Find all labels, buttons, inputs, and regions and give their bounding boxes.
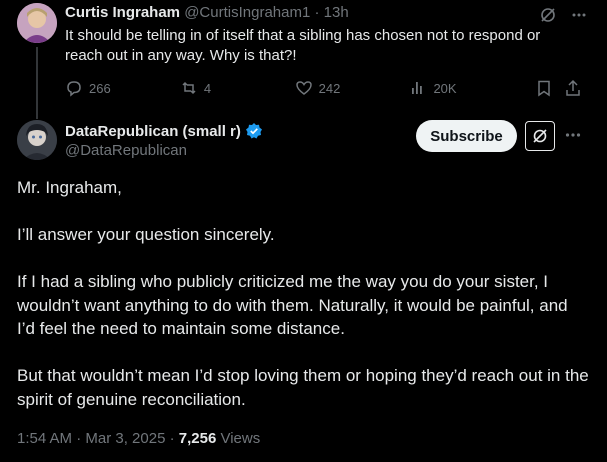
tweet-timestamp[interactable]: 1:54 AM · Mar 3, 2025 · xyxy=(17,430,179,447)
tweet-author-name[interactable]: DataRepublican (small r) xyxy=(65,123,241,140)
reply-count: 266 xyxy=(89,80,111,96)
avatar-curtis[interactable] xyxy=(17,3,57,43)
more-icon[interactable] xyxy=(564,126,582,144)
more-icon[interactable] xyxy=(571,7,587,23)
tweet-meta: 1:54 AM · Mar 3, 2025 · 7,256 Views xyxy=(17,430,260,447)
repost-button[interactable]: 4 xyxy=(180,79,295,97)
parent-time[interactable]: 13h xyxy=(324,4,349,21)
repost-icon xyxy=(180,79,198,97)
parent-text: It should be telling in of itself that a… xyxy=(65,27,541,64)
views-icon xyxy=(409,79,427,97)
tweet-author-row: DataRepublican (small r) xyxy=(65,122,263,140)
parent-author-handle[interactable]: @CurtisIngraham1 xyxy=(184,4,310,21)
views-count: 20K xyxy=(433,80,457,96)
tweet-views-label: Views xyxy=(216,430,261,447)
verified-badge-icon[interactable] xyxy=(245,122,263,140)
reply-button[interactable]: 266 xyxy=(65,79,180,97)
parent-separator: · xyxy=(314,4,320,21)
tweet-paragraph: If I had a sibling who publicly criticiz… xyxy=(17,272,568,338)
parent-top-icons xyxy=(539,6,587,24)
grok-icon xyxy=(531,127,549,145)
tweet-body: Mr. Ingraham, I’ll answer your question … xyxy=(17,176,589,411)
tweet-author-handle[interactable]: @DataRepublican xyxy=(65,142,187,159)
parent-action-bar: 266 4 242 20K xyxy=(65,77,588,99)
tweet-paragraph: Mr. Ingraham, xyxy=(17,178,122,197)
views-button[interactable]: 20K xyxy=(409,79,529,97)
bookmark-icon[interactable] xyxy=(529,79,558,97)
subscribe-button[interactable]: Subscribe xyxy=(416,120,517,152)
like-icon xyxy=(295,79,313,97)
grok-button[interactable] xyxy=(525,121,555,151)
parent-header: Curtis Ingraham @CurtisIngraham1 · 13h xyxy=(65,4,349,21)
grok-icon[interactable] xyxy=(539,6,557,24)
tweet-views-count: 7,256 xyxy=(178,430,217,447)
reply-icon xyxy=(65,79,83,97)
repost-count: 4 xyxy=(203,80,212,96)
tweet-paragraph: But that wouldn’t mean I’d stop loving t… xyxy=(17,366,589,409)
like-count: 242 xyxy=(318,80,341,96)
tweet-paragraph: I’ll answer your question sincerely. xyxy=(17,225,275,244)
like-button[interactable]: 242 xyxy=(295,79,410,97)
avatar-datarepublican[interactable] xyxy=(17,120,57,160)
parent-author-name[interactable]: Curtis Ingraham xyxy=(65,4,180,21)
share-icon[interactable] xyxy=(559,79,588,97)
thread-line xyxy=(36,47,38,119)
